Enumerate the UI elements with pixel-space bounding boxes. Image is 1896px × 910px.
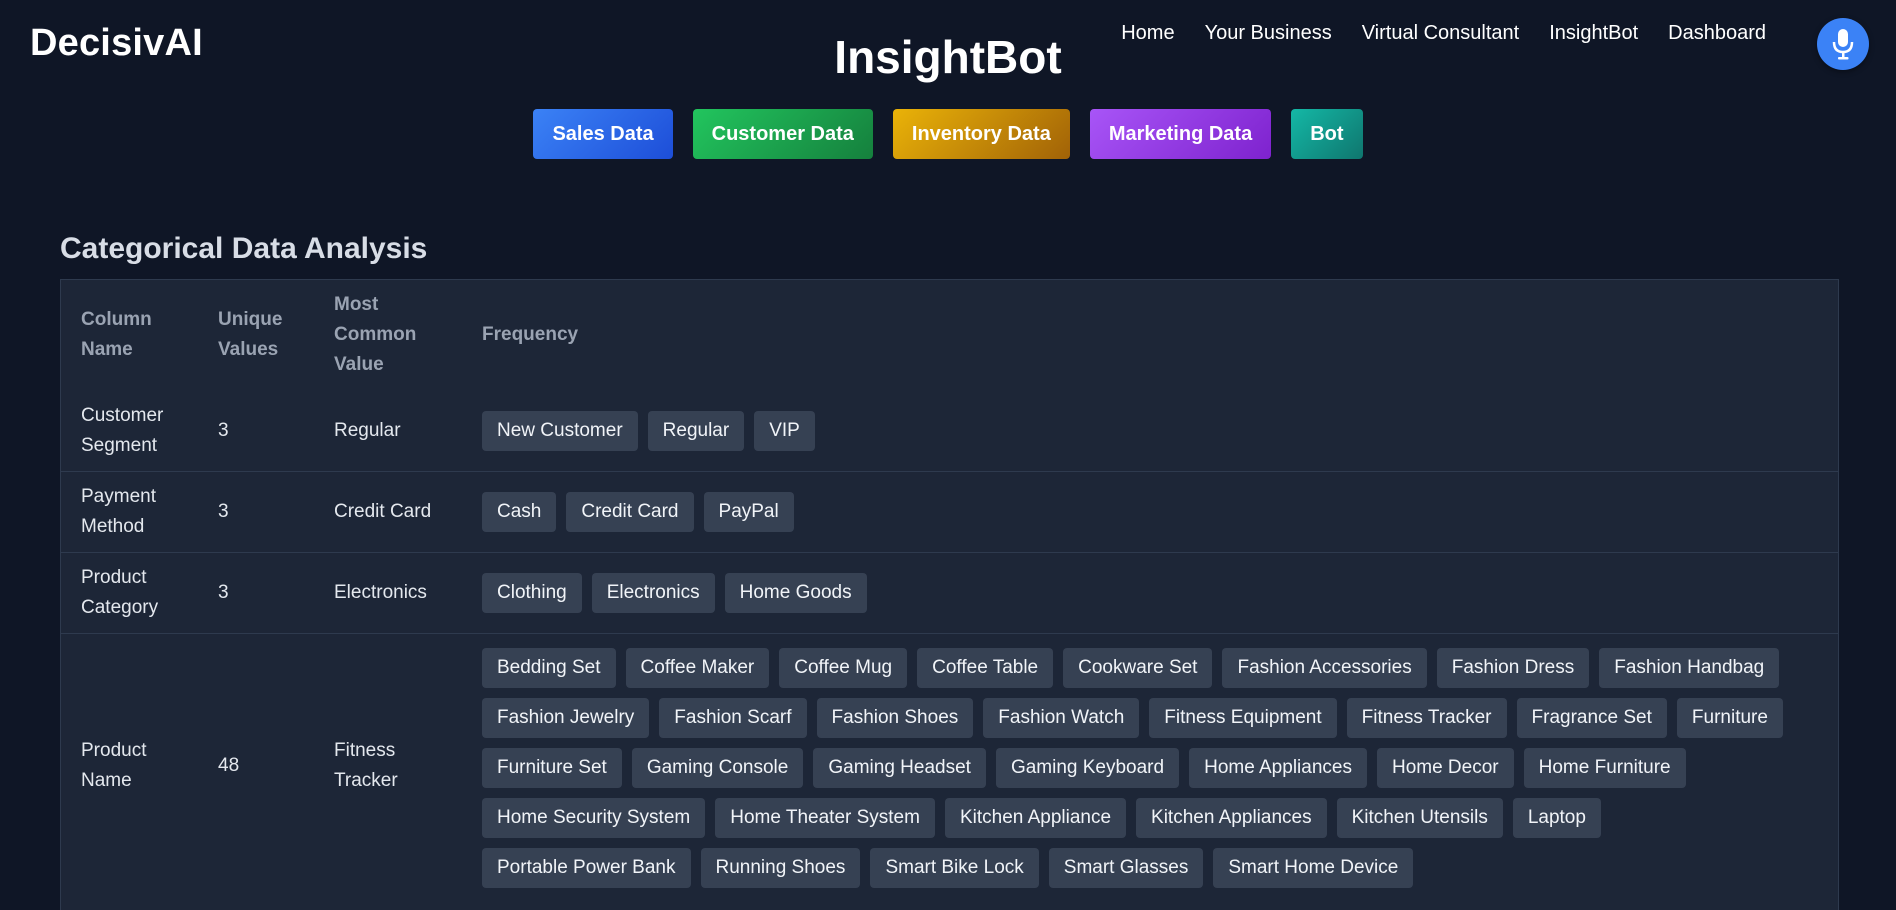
table-row: Product Category 3 Electronics Clothing Elec… xyxy=(61,552,1838,634)
header-unique-values: Unique Values xyxy=(218,309,283,360)
table-row: Customer Segment 3 Regular New Customer Regu… xyxy=(61,391,1838,472)
header-column-name: Column Name xyxy=(81,309,152,360)
microphone-icon xyxy=(1832,29,1854,60)
value-chip[interactable]: Fitness Tracker xyxy=(1346,698,1507,738)
value-chip[interactable]: Fashion Watch xyxy=(983,698,1140,738)
value-chip[interactable]: Fragrance Set xyxy=(1516,698,1667,738)
microphone-button[interactable] xyxy=(1817,18,1869,70)
value-chip[interactable]: Home Furniture xyxy=(1523,748,1686,788)
value-chip[interactable]: Clothing xyxy=(482,573,582,613)
tab-marketing-data[interactable]: Marketing Data xyxy=(1089,109,1272,159)
value-chip[interactable]: VIP xyxy=(754,411,815,451)
value-chip[interactable]: Smart Glasses xyxy=(1048,848,1204,888)
cell-most-common: Regular xyxy=(334,420,401,441)
value-chip[interactable]: Fashion Handbag xyxy=(1599,648,1780,688)
header-most-common: Most Common Value xyxy=(334,294,417,375)
value-chip[interactable]: Smart Bike Lock xyxy=(870,848,1039,888)
tab-customer-data[interactable]: Customer Data xyxy=(692,109,873,159)
value-chip[interactable]: Home Decor xyxy=(1376,748,1514,788)
value-chip[interactable]: Electronics xyxy=(591,573,715,613)
value-chip[interactable]: Cash xyxy=(482,492,557,532)
categorical-table: Column Name Unique Values Most Common Va… xyxy=(61,280,1838,898)
categorical-table-container[interactable]: Column Name Unique Values Most Common Va… xyxy=(60,279,1839,910)
cell-unique-values: 3 xyxy=(218,420,229,441)
value-chip[interactable]: Laptop xyxy=(1512,798,1601,838)
value-chip[interactable]: New Customer xyxy=(482,411,638,451)
value-chip[interactable]: Fitness Equipment xyxy=(1149,698,1337,738)
cell-column-name: Customer Segment xyxy=(81,405,164,456)
value-chip[interactable]: Fashion Shoes xyxy=(816,698,974,738)
tab-bot[interactable]: Bot xyxy=(1291,109,1363,159)
cell-column-name: Product Name xyxy=(61,633,198,898)
cell-column-name: Payment Method xyxy=(61,471,198,553)
table-header-row: Column Name Unique Values Most Common Va… xyxy=(61,280,1838,391)
cell-unique-values: 48 xyxy=(198,633,314,898)
header-frequency: Frequency xyxy=(482,324,579,345)
table-body: Customer Segment 3 Regular New Customer Regu… xyxy=(61,391,1838,898)
value-chip[interactable]: Fashion Dress xyxy=(1436,648,1590,688)
cell-frequency: New Customer Regular VIP xyxy=(462,391,1838,472)
value-chip[interactable]: Bedding Set xyxy=(482,648,616,688)
table-row: Product Name 48 Fitness Tracker Bedding Set… xyxy=(61,633,1838,898)
value-chip[interactable]: Smart Home Device xyxy=(1213,848,1414,888)
cell-frequency: Clothing Electronics Home Goods xyxy=(462,552,1838,634)
top-nav: Home Your Business Virtual Consultant In… xyxy=(1121,22,1766,45)
value-chip[interactable]: Home Appliances xyxy=(1189,748,1367,788)
nav-insightbot[interactable]: InsightBot xyxy=(1549,22,1638,45)
section-title: Categorical Data Analysis xyxy=(60,232,428,265)
cell-most-common: Fitness Tracker xyxy=(314,633,462,898)
value-chip[interactable]: Furniture xyxy=(1676,698,1783,738)
value-chip[interactable]: Kitchen Utensils xyxy=(1336,798,1503,838)
cell-frequency: Bedding Set Coffee Maker Coffee Mug Coffee … xyxy=(462,633,1838,898)
cell-unique-values: 3 xyxy=(198,471,314,553)
cell-unique-values: 3 xyxy=(198,552,314,634)
value-chip[interactable]: Credit Card xyxy=(566,492,694,532)
table-row: Payment Method 3 Credit Card Cash Credit Car… xyxy=(61,471,1838,553)
value-chip[interactable]: Regular xyxy=(647,411,745,451)
data-tabs: Sales Data Customer Data Inventory Data … xyxy=(0,109,1896,159)
value-chip[interactable]: Gaming Keyboard xyxy=(995,748,1180,788)
cell-most-common: Credit Card xyxy=(314,471,462,553)
value-chip[interactable]: Coffee Mug xyxy=(779,648,908,688)
value-chip[interactable]: Home Theater System xyxy=(715,798,935,838)
cell-column-name: Product Category xyxy=(61,552,198,634)
value-chip[interactable]: Gaming Console xyxy=(631,748,804,788)
value-chip[interactable]: Cookware Set xyxy=(1063,648,1213,688)
value-chip[interactable]: Fashion Scarf xyxy=(659,698,807,738)
tab-inventory-data[interactable]: Inventory Data xyxy=(892,109,1070,159)
nav-home[interactable]: Home xyxy=(1121,22,1174,45)
value-chip[interactable]: Coffee Table xyxy=(917,648,1054,688)
page: DecisivAI InsightBot Home Your Business … xyxy=(0,0,1896,910)
value-chip-list: Clothing Electronics Home Goods xyxy=(482,573,1818,613)
value-chip[interactable]: Gaming Headset xyxy=(813,748,986,788)
nav-virtual-consultant[interactable]: Virtual Consultant xyxy=(1362,22,1520,45)
value-chip[interactable]: Running Shoes xyxy=(700,848,861,888)
value-chip[interactable]: Kitchen Appliances xyxy=(1136,798,1327,838)
value-chip[interactable]: Portable Power Bank xyxy=(482,848,691,888)
value-chip[interactable]: Kitchen Appliance xyxy=(944,798,1127,838)
value-chip-list: Cash Credit Card PayPal xyxy=(482,492,1818,532)
nav-dashboard[interactable]: Dashboard xyxy=(1668,22,1766,45)
value-chip[interactable]: Home Security System xyxy=(482,798,706,838)
value-chip[interactable]: Fashion Accessories xyxy=(1222,648,1427,688)
value-chip-list: Bedding Set Coffee Maker Coffee Mug Coffee … xyxy=(482,644,1818,888)
value-chip[interactable]: Furniture Set xyxy=(482,748,622,788)
value-chip[interactable]: PayPal xyxy=(703,492,794,532)
value-chip-list: New Customer Regular VIP xyxy=(482,411,1818,451)
nav-your-business[interactable]: Your Business xyxy=(1205,22,1332,45)
value-chip[interactable]: Fashion Jewelry xyxy=(482,698,650,738)
cell-most-common: Electronics xyxy=(314,552,462,634)
tab-sales-data[interactable]: Sales Data xyxy=(533,109,673,159)
value-chip[interactable]: Home Goods xyxy=(724,573,867,613)
value-chip[interactable]: Coffee Maker xyxy=(625,648,770,688)
cell-frequency: Cash Credit Card PayPal xyxy=(462,471,1838,553)
